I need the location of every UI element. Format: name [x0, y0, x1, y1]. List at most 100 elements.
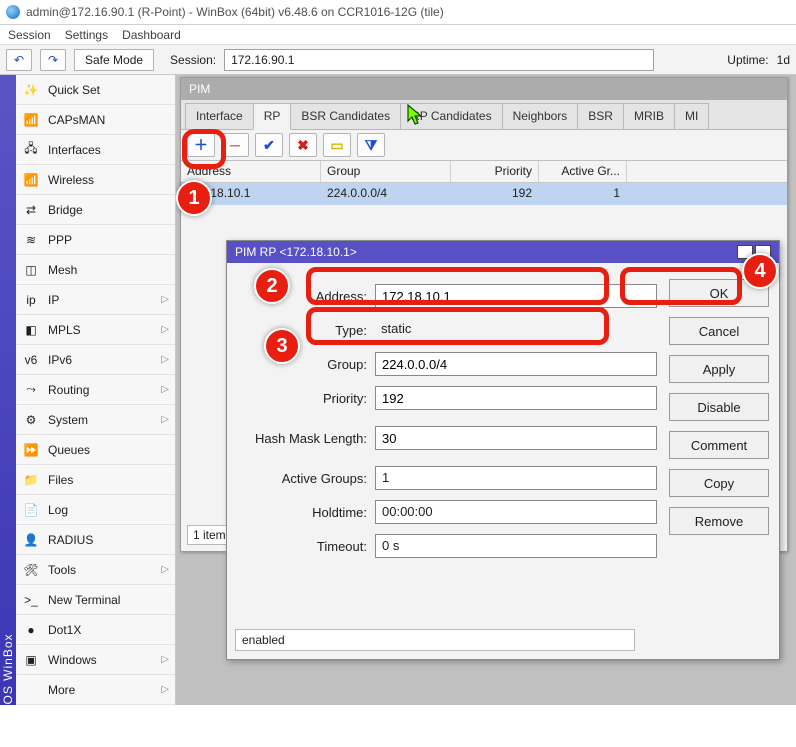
nav-item-capsman[interactable]: 📶CAPsMAN — [16, 105, 175, 135]
input-group[interactable] — [375, 352, 657, 376]
nav-item-ip[interactable]: ipIP▷ — [16, 285, 175, 315]
window-title: admin@172.16.90.1 (R-Point) - WinBox (64… — [26, 5, 444, 19]
nav-label: CAPsMAN — [48, 113, 105, 127]
remove-button[interactable]: Remove — [669, 507, 769, 535]
cell-active-groups: 1 — [539, 183, 627, 205]
chevron-right-icon: ▷ — [161, 384, 169, 395]
cell-address: 172.18.10.1 — [181, 183, 321, 205]
nav-label: IPv6 — [48, 353, 72, 367]
nav-item-ppp[interactable]: ≋PPP — [16, 225, 175, 255]
nav-item-mpls[interactable]: ◧MPLS▷ — [16, 315, 175, 345]
nav-item-new-terminal[interactable]: >_New Terminal — [16, 585, 175, 615]
value-timeout: 0 s — [375, 534, 657, 558]
nav-item-wireless[interactable]: 📶Wireless — [16, 165, 175, 195]
nav-item-interfaces[interactable]: 🖧Interfaces — [16, 135, 175, 165]
tab-interface[interactable]: Interface — [185, 103, 254, 129]
comment-button[interactable]: ▭ — [323, 133, 351, 157]
enable-button[interactable]: ✔ — [255, 133, 283, 157]
nav-item-bridge[interactable]: ⇄Bridge — [16, 195, 175, 225]
nav-item-queues[interactable]: ⏩Queues — [16, 435, 175, 465]
rp-grid: Address Group Priority Active Gr... 172.… — [181, 160, 787, 205]
main-client-area: PIM InterfaceRPBSR CandidatesRP Candidat… — [176, 75, 796, 705]
ip-icon: ip — [22, 293, 40, 307]
nav-item-tools[interactable]: 🛠Tools▷ — [16, 555, 175, 585]
rp-dialog-title: PIM RP <172.18.10.1> — [235, 245, 357, 259]
disable-button-dlg[interactable]: Disable — [669, 393, 769, 421]
chevron-right-icon: ▷ — [161, 684, 169, 695]
sidebar-tag-text: RouterOS WinBox — [1, 633, 15, 746]
nav-item-windows[interactable]: ▣Windows▷ — [16, 645, 175, 675]
nav-item-log[interactable]: 📄Log — [16, 495, 175, 525]
uptime-value: 1d — [777, 53, 790, 67]
tab-mrib[interactable]: MRIB — [623, 103, 675, 129]
nav-item-quick-set[interactable]: ✨Quick Set — [16, 75, 175, 105]
nav-item-dot1x[interactable]: ●Dot1X — [16, 615, 175, 645]
nav-label: Log — [48, 503, 68, 517]
filter-button[interactable]: ⧩ — [357, 133, 385, 157]
value-active: 1 — [375, 466, 657, 490]
ok-button[interactable]: OK — [669, 279, 769, 307]
cancel-button[interactable]: Cancel — [669, 317, 769, 345]
col-address[interactable]: Address — [181, 161, 321, 182]
mesh-icon: ◫ — [22, 263, 40, 277]
redo-button[interactable]: ↷ — [40, 49, 66, 71]
remove-item-button[interactable]: ─ — [221, 133, 249, 157]
menu-dashboard[interactable]: Dashboard — [122, 28, 181, 42]
nav-label: Routing — [48, 383, 89, 397]
new-terminal-icon: >_ — [22, 593, 40, 607]
radius-icon: 👤 — [22, 533, 40, 547]
tab-rp-candidates[interactable]: RP Candidates — [400, 103, 503, 129]
nav-item-ipv6[interactable]: v6 IPv6 ▷ — [16, 345, 175, 375]
col-active-groups[interactable]: Active Gr... — [539, 161, 627, 182]
nav-item-system[interactable]: ⚙System▷ — [16, 405, 175, 435]
disable-button[interactable]: ✖ — [289, 133, 317, 157]
tab-bsr[interactable]: BSR — [577, 103, 624, 129]
add-button[interactable]: ＋ — [187, 133, 215, 157]
rp-dialog-close-icon[interactable] — [755, 245, 771, 259]
rp-fields: Address: Type:static Group: Priority: Ha… — [237, 279, 657, 563]
tab-mi[interactable]: MI — [674, 103, 709, 129]
app-logo-icon — [6, 5, 20, 19]
chevron-right-icon: ▷ — [161, 564, 169, 575]
safe-mode-button[interactable]: Safe Mode — [74, 49, 154, 71]
input-address[interactable] — [375, 284, 657, 308]
menu-settings[interactable]: Settings — [65, 28, 108, 42]
chevron-right-icon: ▷ — [161, 354, 169, 365]
input-hash[interactable] — [375, 426, 657, 450]
tab-bsr-candidates[interactable]: BSR Candidates — [290, 103, 401, 129]
nav-item-mesh[interactable]: ◫Mesh — [16, 255, 175, 285]
pim-tabs: InterfaceRPBSR CandidatesRP CandidatesNe… — [181, 100, 787, 130]
nav-label: IP — [48, 293, 59, 307]
apply-button[interactable]: Apply — [669, 355, 769, 383]
nav-label: Windows — [48, 653, 97, 667]
copy-button[interactable]: Copy — [669, 469, 769, 497]
grid-row[interactable]: 172.18.10.1 224.0.0.0/4 192 1 — [181, 183, 787, 205]
files-icon: 📁 — [22, 473, 40, 487]
rp-dialog-min-icon[interactable] — [737, 245, 753, 259]
mpls-icon: ◧ — [22, 323, 40, 337]
ipv6-icon: v6 — [22, 353, 40, 367]
nav-label: Tools — [48, 563, 76, 577]
session-value[interactable]: 172.16.90.1 — [224, 49, 654, 71]
label-priority: Priority: — [237, 391, 375, 406]
nav-item-files[interactable]: 📁Files — [16, 465, 175, 495]
chevron-right-icon: ▷ — [161, 414, 169, 425]
col-group[interactable]: Group — [321, 161, 451, 182]
bridge-icon: ⇄ — [22, 203, 40, 217]
nav-item-radius[interactable]: 👤RADIUS — [16, 525, 175, 555]
label-hash: Hash Mask Length: — [237, 431, 375, 446]
tab-neighbors[interactable]: Neighbors — [502, 103, 579, 129]
nav-item-more[interactable]: More▷ — [16, 675, 175, 705]
nav-item-routing[interactable]: ⤳Routing▷ — [16, 375, 175, 405]
label-address: Address: — [237, 289, 375, 304]
col-priority[interactable]: Priority — [451, 161, 539, 182]
rp-dialog-titlebar: PIM RP <172.18.10.1> — [227, 241, 779, 263]
comment-button-dlg[interactable]: Comment — [669, 431, 769, 459]
tab-rp[interactable]: RP — [253, 103, 292, 130]
nav-label: Interfaces — [48, 143, 101, 157]
menu-session[interactable]: Session — [8, 28, 51, 42]
input-priority[interactable] — [375, 386, 657, 410]
ppp-icon: ≋ — [22, 233, 40, 247]
nav-label: MPLS — [48, 323, 81, 337]
undo-button[interactable]: ↶ — [6, 49, 32, 71]
